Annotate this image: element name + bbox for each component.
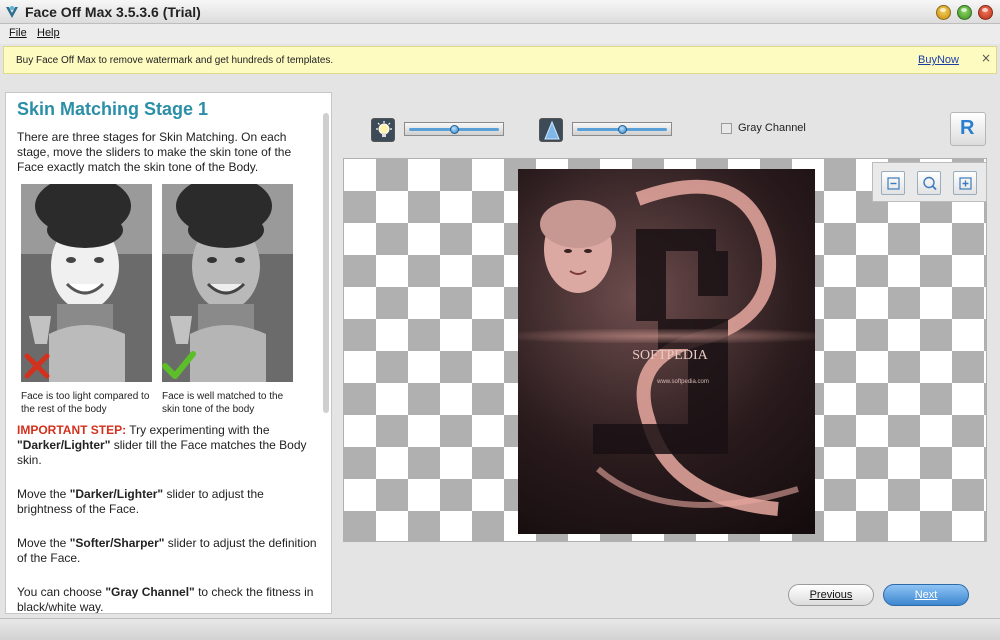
sharpness-instruction: Move the "Softer/Sharper" slider to adju… [17,536,317,565]
zoom-out-icon[interactable] [881,171,905,195]
instructions-scrollbar[interactable] [323,113,329,413]
zoom-in-icon[interactable] [953,171,977,195]
example-photo-too-light [21,184,152,382]
incorrect-x-icon [24,353,50,379]
next-button[interactable]: Next [883,584,969,606]
window-title: Face Off Max 3.5.3.6 (Trial) [25,4,201,20]
r-button[interactable]: R [950,112,986,146]
previous-button[interactable]: Previous [788,584,874,606]
menu-file[interactable]: File [9,27,27,39]
correct-checkmark-icon [162,351,196,379]
softer-sharper-slider-thumb[interactable] [618,125,627,134]
sharpness-cone-icon [539,118,563,142]
caption-too-light: Face is too light compared to the rest o… [21,391,150,415]
banner-close-icon[interactable]: × [981,51,991,65]
maximize-button[interactable] [957,5,972,20]
minimize-button[interactable] [936,5,951,20]
menu-bar: File Help [0,24,1000,44]
preview-canvas[interactable]: SOFTPEDIA www.softpedia.com [343,158,987,542]
darker-lighter-slider-thumb[interactable] [450,125,459,134]
zoom-fit-icon[interactable] [917,171,941,195]
darker-lighter-slider[interactable] [404,122,504,136]
app-logo-icon [6,6,18,18]
gray-channel-label[interactable]: Gray Channel [738,122,806,134]
gray-channel-instruction: You can choose "Gray Channel" to check t… [17,585,314,614]
workspace-panel: Gray Channel R SOFTPEDIA www.softpedia.c… [333,76,1000,614]
intro-text: There are three stages for Skin Matching… [17,130,292,174]
close-window-button[interactable] [978,5,993,20]
caption-well-matched: Face is well matched to the skin tone of… [162,391,284,415]
title-bar: Face Off Max 3.5.3.6 (Trial) [0,0,1000,24]
important-step-text: IMPORTANT STEP: Try experimenting with t… [17,423,307,467]
example-photo-well-matched [162,184,293,382]
status-bar [0,618,1000,640]
trial-banner: Buy Face Off Max to remove watermark and… [3,46,997,74]
banner-message: Buy Face Off Max to remove watermark and… [16,55,334,66]
important-step-label: IMPORTANT STEP: [17,423,127,437]
stage-heading: Skin Matching Stage 1 [17,99,209,119]
buy-now-link[interactable]: BuyNow [918,54,959,66]
gray-channel-checkbox[interactable] [721,123,732,134]
menu-help[interactable]: Help [37,27,60,39]
softpedia-url-watermark: www.softpedia.com [656,379,709,385]
template-poster-image: SOFTPEDIA www.softpedia.com [518,169,815,534]
softpedia-watermark: SOFTPEDIA [632,348,708,363]
softer-sharper-slider[interactable] [572,122,672,136]
zoom-controls [872,162,987,202]
lightbulb-icon [371,118,395,142]
instructions-panel: Skin Matching Stage 1 There are three st… [5,92,332,614]
brightness-instruction: Move the "Darker/Lighter" slider to adju… [17,487,264,516]
